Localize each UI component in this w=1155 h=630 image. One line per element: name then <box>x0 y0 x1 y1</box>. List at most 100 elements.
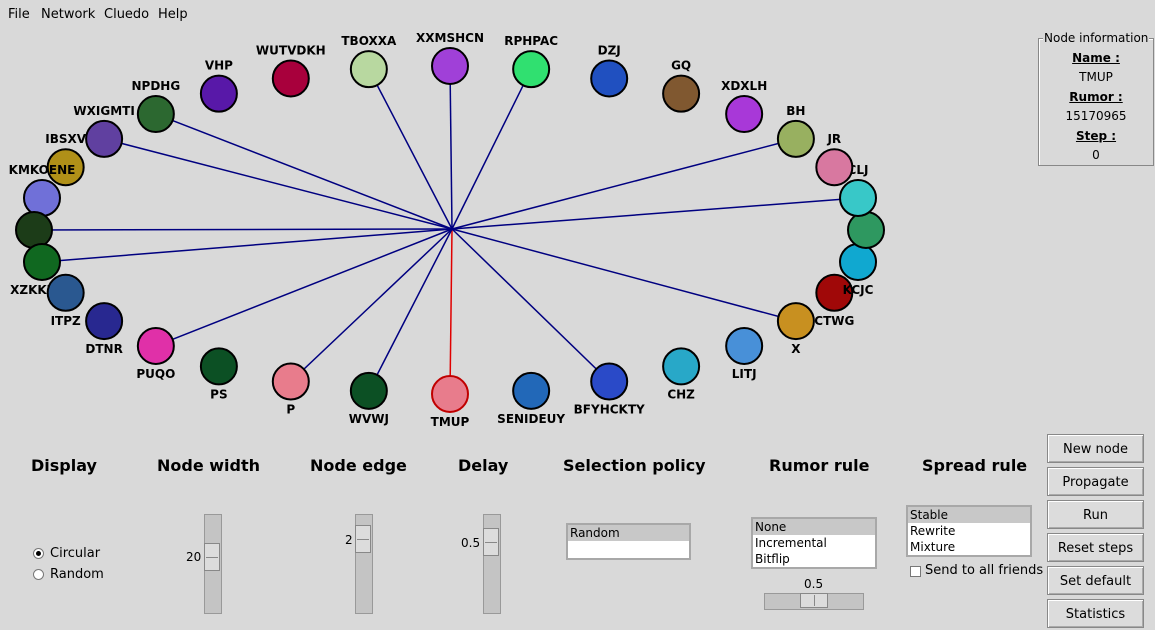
menu-cluedo[interactable]: Cluedo <box>104 7 149 22</box>
node-circle[interactable] <box>512 50 551 89</box>
node-circle[interactable] <box>725 326 764 365</box>
node-circle[interactable] <box>85 302 124 341</box>
link-npdhg <box>155 113 453 230</box>
run-button[interactable]: Run <box>1047 500 1144 529</box>
node-circle[interactable] <box>271 362 310 401</box>
graph-node[interactable]: SENIDEUY <box>497 371 565 426</box>
node-circle[interactable] <box>22 179 61 218</box>
node-circle[interactable] <box>199 74 238 113</box>
node-circle[interactable] <box>776 302 815 341</box>
node-label: WUTVDKH <box>256 43 326 57</box>
graph-node[interactable]: PUQO <box>136 326 175 381</box>
selection-policy-option[interactable]: Random <box>568 525 689 541</box>
graph-node[interactable]: KCJC <box>839 242 878 297</box>
node-circle[interactable] <box>512 371 551 410</box>
display-circular-option[interactable]: Circular <box>33 546 100 561</box>
graph-node[interactable]: X <box>776 302 815 356</box>
menu-help[interactable]: Help <box>158 7 188 22</box>
menu-network[interactable]: Network <box>41 7 95 22</box>
selection-policy-list[interactable]: Random <box>566 523 691 560</box>
graph-node[interactable]: KMKOENE <box>9 163 76 218</box>
node-circle[interactable] <box>199 347 238 386</box>
rumor-rule-option-incremental[interactable]: Incremental <box>753 535 875 551</box>
display-random-radio[interactable] <box>33 569 44 580</box>
link-wvwj <box>368 228 453 392</box>
graph-node[interactable]: WVWJ <box>349 371 389 426</box>
graph-node[interactable]: P <box>271 362 310 417</box>
node-circle[interactable] <box>46 273 85 312</box>
new-node-button[interactable]: New node <box>1047 434 1144 463</box>
node-label: WXIGMTI <box>73 104 134 118</box>
node-circle[interactable] <box>349 371 388 410</box>
graph-node[interactable] <box>847 211 885 249</box>
node-circle[interactable] <box>22 242 61 281</box>
graph-node[interactable]: TBOXXA <box>341 34 397 89</box>
graph-node[interactable]: BH <box>776 104 815 158</box>
graph-node[interactable]: VHP <box>199 59 238 113</box>
graph-node[interactable]: WUTVDKH <box>256 43 326 98</box>
node-circle[interactable] <box>725 95 764 134</box>
display-random-option[interactable]: Random <box>33 567 104 582</box>
graph-node[interactable]: JR <box>815 132 854 187</box>
reset-steps-button[interactable]: Reset steps <box>1047 533 1144 562</box>
graph-node[interactable]: RPHPAC <box>504 34 558 89</box>
node-circle[interactable] <box>271 59 310 98</box>
graph-node[interactable]: LITJ <box>725 326 764 381</box>
graph-node[interactable]: ITPZ <box>46 273 85 328</box>
rumor-rule-option-none[interactable]: None <box>753 519 875 535</box>
spread-rule-option-rewrite[interactable]: Rewrite <box>908 523 1030 539</box>
graph-node[interactable]: DZJ <box>590 43 629 98</box>
propagate-button[interactable]: Propagate <box>1047 467 1144 496</box>
node-circle[interactable] <box>349 50 388 89</box>
node-circle[interactable] <box>85 119 124 158</box>
graph-node[interactable]: XXMSHCN <box>416 31 484 85</box>
node-circle[interactable] <box>15 211 53 249</box>
rumor-rule-slider-thumb[interactable] <box>800 593 828 608</box>
graph-node[interactable]: CHZ <box>662 347 701 401</box>
graph-node[interactable]: TMUP <box>431 375 470 429</box>
display-circular-radio[interactable] <box>33 548 44 559</box>
node-circle[interactable] <box>136 326 175 365</box>
send-to-all-checkbox[interactable] <box>910 566 921 577</box>
node-width-slider-thumb[interactable] <box>204 543 220 571</box>
graph-node[interactable]: DTNR <box>85 302 124 356</box>
node-circle[interactable] <box>590 59 629 98</box>
spread-rule-option-mixture[interactable]: Mixture <box>908 539 1030 555</box>
graph-node[interactable]: PS <box>199 347 238 401</box>
graph-node[interactable]: GQ <box>662 59 701 113</box>
node-circle[interactable] <box>815 148 854 187</box>
display-random-label: Random <box>50 567 104 582</box>
rumor-rule-option-bitflip[interactable]: Bitflip <box>753 551 875 567</box>
node-circle[interactable] <box>847 211 885 249</box>
node-edge-slider-thumb[interactable] <box>355 525 371 553</box>
graph-node[interactable]: NPDHG <box>131 79 180 134</box>
delay-slider[interactable] <box>483 514 501 614</box>
set-default-button[interactable]: Set default <box>1047 566 1144 595</box>
node-circle[interactable] <box>431 375 469 413</box>
graph-node[interactable]: IBSXV <box>45 132 87 187</box>
node-width-slider[interactable] <box>204 514 222 614</box>
spread-rule-option-stable[interactable]: Stable <box>908 507 1030 523</box>
node-circle[interactable] <box>839 242 878 281</box>
spread-rule-list[interactable]: Stable Rewrite Mixture <box>906 505 1032 557</box>
node-circle[interactable] <box>776 119 815 158</box>
node-edge-slider[interactable] <box>355 514 373 614</box>
graph-node[interactable] <box>15 211 53 249</box>
delay-slider-thumb[interactable] <box>483 528 499 556</box>
node-circle[interactable] <box>662 347 701 386</box>
rumor-rule-list[interactable]: None Incremental Bitflip <box>751 517 877 569</box>
node-circle[interactable] <box>431 47 469 85</box>
link-puqo <box>155 228 453 347</box>
menu-file[interactable]: File <box>8 7 30 22</box>
network-graph[interactable]: TMUP SENIDEUYBFYHCKTYCHZLITJXCTWGKCJCCLJJ… <box>0 28 1030 433</box>
rumor-rule-slider[interactable] <box>764 593 864 610</box>
statistics-button[interactable]: Statistics <box>1047 599 1144 628</box>
graph-node[interactable]: BFYHCKTY <box>574 362 645 417</box>
link-wxigmti <box>103 138 453 230</box>
graph-node[interactable]: XDXLH <box>721 79 767 134</box>
node-circle[interactable] <box>590 362 629 401</box>
node-circle[interactable] <box>136 95 175 134</box>
node-circle[interactable] <box>839 179 878 218</box>
graph-node[interactable]: WXIGMTI <box>73 104 135 158</box>
node-circle[interactable] <box>662 74 701 113</box>
